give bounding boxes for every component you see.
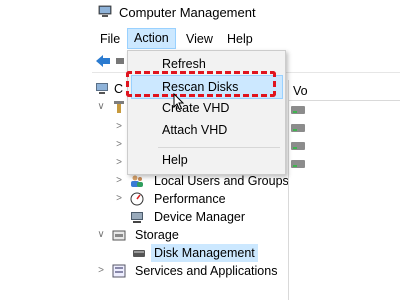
annotation-highlight-box xyxy=(126,71,276,97)
menu-item-label: Attach VHD xyxy=(162,123,228,137)
tree-label: Services and Applications xyxy=(135,264,278,278)
column-header-volume[interactable]: Vo xyxy=(289,82,400,101)
menu-action[interactable]: Action xyxy=(127,28,176,49)
tree-label: Disk Management xyxy=(151,244,258,262)
computer-management-icon xyxy=(96,83,108,94)
action-menu-dropdown: Refresh Rescan Disks Create VHD Attach V… xyxy=(127,50,286,175)
volume-icon[interactable] xyxy=(291,142,305,150)
chevron-right-icon[interactable]: > xyxy=(114,118,124,136)
toolbar-button-icon[interactable] xyxy=(116,58,124,64)
column-header-label: Vo xyxy=(293,84,308,98)
chevron-down-icon[interactable]: ∨ xyxy=(96,226,106,244)
menu-help[interactable]: Help xyxy=(221,29,259,49)
volume-icon[interactable] xyxy=(291,106,305,114)
disk-management-icon xyxy=(133,250,145,257)
menu-separator xyxy=(158,147,280,148)
menu-bar: File Action View Help xyxy=(92,28,400,50)
mouse-cursor-icon xyxy=(173,93,185,111)
performance-icon xyxy=(130,192,144,206)
users-icon xyxy=(131,175,143,187)
window-title: Computer Management xyxy=(119,5,256,20)
volume-icon[interactable] xyxy=(291,160,305,168)
menu-item-attach-vhd[interactable]: Attach VHD xyxy=(128,119,285,141)
tree-item-services-and-applications[interactable]: > Services and Applications xyxy=(92,262,287,280)
title-bar: Computer Management xyxy=(92,0,400,28)
chevron-right-icon[interactable]: > xyxy=(96,262,106,280)
tree-item-storage[interactable]: ∨ Storage xyxy=(92,226,287,244)
volume-list-pane: Vo xyxy=(288,80,400,300)
storage-icon xyxy=(112,230,126,241)
menu-item-help[interactable]: Help xyxy=(128,149,285,171)
chevron-right-icon[interactable]: > xyxy=(114,136,124,154)
tree-root-label: C xyxy=(114,82,124,96)
tree-label: Storage xyxy=(135,228,179,242)
menu-item-create-vhd[interactable]: Create VHD xyxy=(128,97,285,119)
tree-item-performance[interactable]: > Performance xyxy=(92,190,287,208)
tree-item-device-manager[interactable]: Device Manager xyxy=(92,208,287,226)
computer-management-icon xyxy=(98,5,112,17)
tree-item-disk-management[interactable]: Disk Management xyxy=(92,244,287,262)
tree-label: Device Manager xyxy=(154,210,246,224)
device-manager-icon xyxy=(131,212,143,223)
menu-file[interactable]: File xyxy=(94,29,126,49)
tree-label: Performance xyxy=(154,192,226,206)
back-arrow-icon[interactable] xyxy=(95,54,111,68)
tools-icon xyxy=(114,101,124,113)
menu-item-label: Help xyxy=(162,153,188,167)
menu-view[interactable]: View xyxy=(180,29,219,49)
chevron-right-icon[interactable]: > xyxy=(114,172,124,190)
chevron-right-icon[interactable]: > xyxy=(114,190,124,208)
services-icon xyxy=(112,264,126,278)
chevron-down-icon[interactable]: ∨ xyxy=(96,98,106,116)
volume-icon[interactable] xyxy=(291,124,305,132)
chevron-right-icon[interactable]: > xyxy=(114,154,124,172)
